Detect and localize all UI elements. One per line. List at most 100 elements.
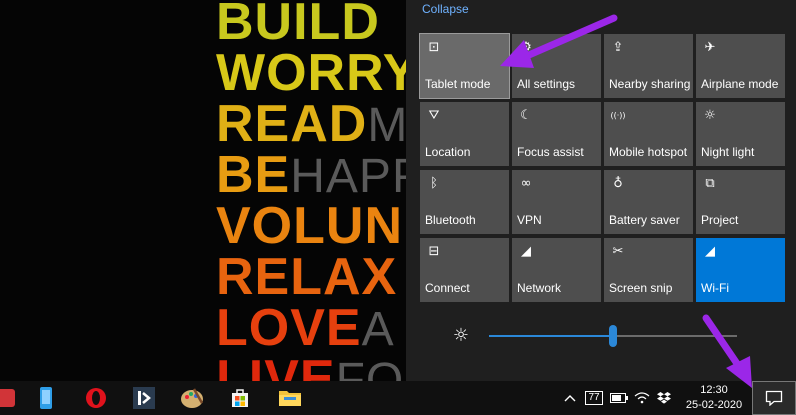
project-icon: ⧉ xyxy=(705,176,715,191)
taskbar-app-partial[interactable] xyxy=(0,381,26,415)
app-icon xyxy=(0,389,15,407)
tile-label: Focus assist xyxy=(517,145,584,159)
moon-icon: ☾ xyxy=(520,108,532,123)
tile-label: All settings xyxy=(517,77,576,91)
airplane-icon: ✈ xyxy=(704,40,716,55)
phone-icon xyxy=(40,387,52,409)
wallpaper-word-main: LOVE xyxy=(216,299,362,357)
taskbar-app-phone[interactable] xyxy=(26,381,66,415)
wifi-tray-icon[interactable] xyxy=(632,381,652,415)
brightness-slider-thumb[interactable] xyxy=(609,325,617,347)
wallpaper-word-main: RELAX xyxy=(216,248,398,306)
show-hidden-icons-chevron-icon[interactable] xyxy=(560,381,580,415)
screen-snip-icon: ✂ xyxy=(612,244,624,259)
wallpaper-word: RELAX xyxy=(216,251,397,303)
taskbar-app-explorer[interactable] xyxy=(270,381,310,415)
tile-all-settings[interactable]: ⚙ All settings xyxy=(512,34,601,98)
clock-time: 12:30 xyxy=(700,384,728,396)
tile-label: Screen snip xyxy=(609,281,673,295)
tile-label: Night light xyxy=(701,145,755,159)
wallpaper-word-main: BE xyxy=(216,146,291,204)
taskbar-app-opera[interactable] xyxy=(76,381,116,415)
tile-label: Bluetooth xyxy=(425,213,476,227)
collapse-link[interactable]: Collapse xyxy=(422,2,469,16)
taskbar-app-store[interactable] xyxy=(220,381,260,415)
wallpaper-word-main: READ xyxy=(216,95,368,153)
battery-saver-icon: ♁ xyxy=(613,176,623,191)
paint-icon xyxy=(181,388,204,408)
wallpaper-word-main: WORRY xyxy=(216,44,406,102)
taskbar-app-editor[interactable] xyxy=(124,381,164,415)
tile-label: Location xyxy=(425,145,471,159)
tile-bluetooth[interactable]: ᛒ Bluetooth xyxy=(420,170,509,234)
night-light-icon: ☼ xyxy=(704,108,716,123)
vpn-icon: ∞ xyxy=(520,176,532,191)
tile-network[interactable]: ◢ Network xyxy=(512,238,601,302)
tile-screen-snip[interactable]: ✂ Screen snip xyxy=(604,238,693,302)
wifi-icon: ◢ xyxy=(705,244,715,259)
network-icon: ◢ xyxy=(521,244,531,259)
wallpaper-word: WORRY xyxy=(216,47,406,99)
desktop-wallpaper: BUILDWORRYREADMBEHAPPVOLUNRELAXLOVEALIVE… xyxy=(0,0,406,381)
tile-label: VPN xyxy=(517,213,542,227)
action-center-panel: Collapse ⊡ Tablet mode ⚙ All settings ⇪ Nearb… xyxy=(406,0,796,381)
tile-label: Mobile hotspot xyxy=(609,145,688,159)
wallpaper-word: BUILD xyxy=(216,0,380,48)
tile-night-light[interactable]: ☼ Night light xyxy=(696,102,785,166)
wallpaper-word-main: VOLUN xyxy=(216,197,403,255)
tray-badge[interactable]: 77 xyxy=(584,381,604,415)
tile-label: Nearby sharing xyxy=(609,77,691,91)
tile-connect[interactable]: ⊟ Connect xyxy=(420,238,509,302)
wallpaper-word: LOVEA xyxy=(216,302,395,354)
folder-icon xyxy=(279,391,301,406)
wallpaper-word-main: LIVE xyxy=(216,350,336,381)
wallpaper-word-faded: FO xyxy=(335,354,405,382)
tile-label: Tablet mode xyxy=(425,77,491,91)
tile-label: Project xyxy=(701,213,739,227)
tile-battery-saver[interactable]: ♁ Battery saver xyxy=(604,170,693,234)
notification-icon xyxy=(765,390,783,406)
wallpaper-word-faded: M xyxy=(367,99,406,152)
settings-icon: ⚙ xyxy=(520,40,532,55)
tile-label: Network xyxy=(517,281,562,295)
wallpaper-word-faded: HAPP xyxy=(290,150,406,203)
brightness-slider-fill xyxy=(489,335,613,337)
store-icon xyxy=(232,389,248,407)
clock-date: 25-02-2020 xyxy=(685,399,743,411)
tile-location[interactable]: ⛛ Location xyxy=(420,102,509,166)
wallpaper-word-faded: A xyxy=(361,303,395,356)
tile-mobile-hotspot[interactable]: ((·)) Mobile hotspot xyxy=(604,102,693,166)
editor-icon xyxy=(133,387,155,409)
tile-focus-assist[interactable]: ☾ Focus assist xyxy=(512,102,601,166)
action-center-button[interactable] xyxy=(752,381,796,415)
wallpaper-word: LIVEFO xyxy=(216,353,404,381)
hotspot-icon: ((·)) xyxy=(610,111,626,120)
tile-tablet-mode[interactable]: ⊡ Tablet mode xyxy=(419,33,510,99)
tile-airplane-mode[interactable]: ✈ Airplane mode xyxy=(696,34,785,98)
brightness-slider[interactable] xyxy=(489,325,737,347)
tray-badge-count: 77 xyxy=(585,391,603,405)
wallpaper-word: VOLUN xyxy=(216,200,403,252)
opera-icon xyxy=(86,388,106,408)
tile-wi-fi[interactable]: ◢ Wi-Fi xyxy=(696,238,785,302)
battery-icon[interactable] xyxy=(608,381,630,415)
tablet-mode-icon: ⊡ xyxy=(428,40,440,55)
brightness-icon: ☼ xyxy=(452,325,470,346)
nearby-sharing-icon: ⇪ xyxy=(612,40,624,55)
connect-icon: ⊟ xyxy=(428,244,440,259)
wallpaper-word: READM xyxy=(216,98,406,150)
tile-label: Wi-Fi xyxy=(701,281,729,295)
bluetooth-icon: ᛒ xyxy=(430,176,438,191)
tile-label: Battery saver xyxy=(609,213,680,227)
taskbar-app-paint[interactable] xyxy=(172,381,212,415)
taskbar: 77 12:30 25-02-2020 xyxy=(0,381,796,415)
location-icon: ⛛ xyxy=(428,108,440,123)
dropbox-icon[interactable] xyxy=(654,381,674,415)
tile-label: Airplane mode xyxy=(701,77,779,91)
tile-label: Connect xyxy=(425,281,470,295)
tile-vpn[interactable]: ∞ VPN xyxy=(512,170,601,234)
taskbar-clock[interactable]: 12:30 25-02-2020 xyxy=(680,383,748,413)
wallpaper-word: BEHAPP xyxy=(216,149,406,201)
tile-nearby-sharing[interactable]: ⇪ Nearby sharing xyxy=(604,34,693,98)
tile-project[interactable]: ⧉ Project xyxy=(696,170,785,234)
